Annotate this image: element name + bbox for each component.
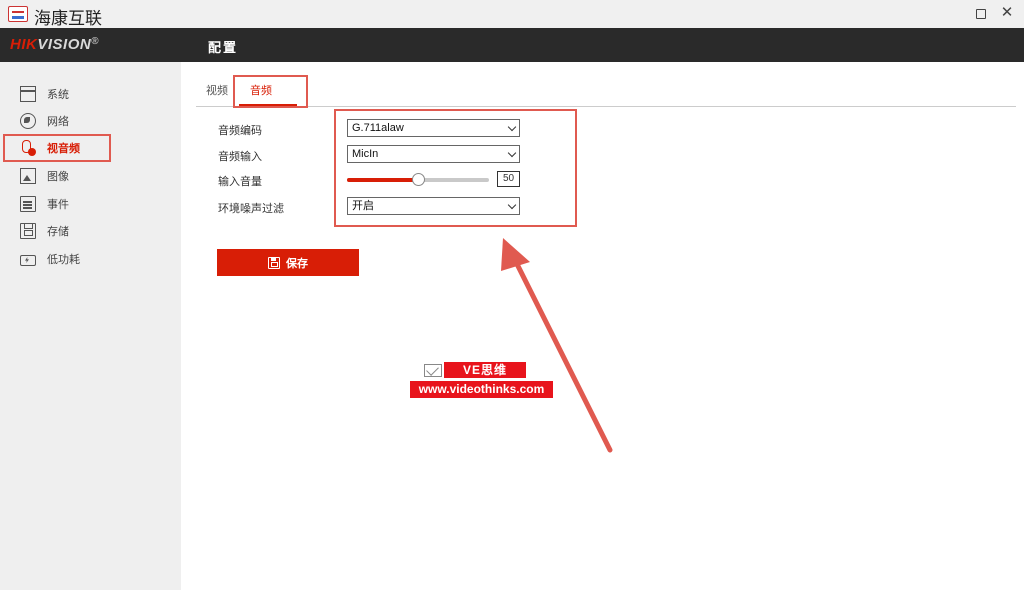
- arrow-head: [501, 238, 530, 271]
- arrow-shaft: [511, 255, 613, 453]
- annotation-arrow: [501, 238, 613, 453]
